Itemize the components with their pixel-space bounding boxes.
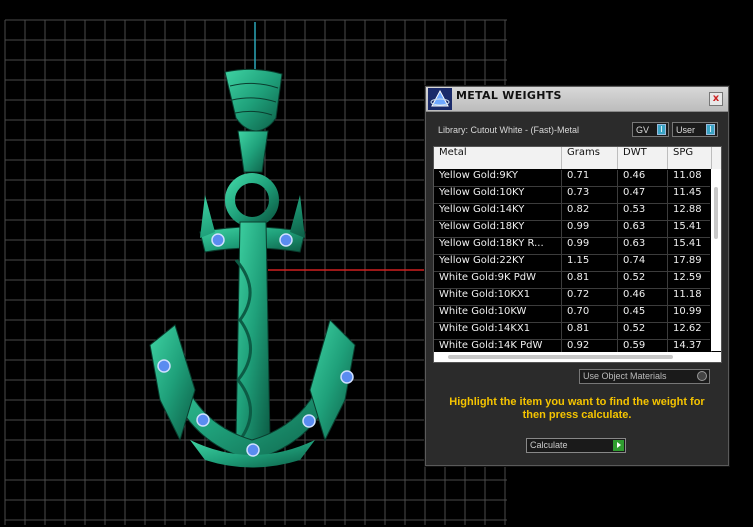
use-object-materials-toggle[interactable]: Use Object Materials xyxy=(579,369,710,384)
cell-metal: Yellow Gold:14KY xyxy=(434,204,562,220)
table-row[interactable]: White Gold:10KX1 0.72 0.46 11.18 xyxy=(434,289,712,306)
anchor-shank xyxy=(235,221,271,441)
cell-metal: White Gold:10KW xyxy=(434,306,562,322)
control-point-1 xyxy=(211,233,225,247)
column-header-metal[interactable]: Metal xyxy=(434,147,562,169)
cell-grams: 0.71 xyxy=(562,170,618,186)
table-row[interactable]: Yellow Gold:14KY 0.82 0.53 12.88 xyxy=(434,204,712,221)
cell-dwt: 0.63 xyxy=(618,238,668,254)
cell-grams: 0.73 xyxy=(562,187,618,203)
horizontal-scroll-thumb[interactable] xyxy=(448,355,673,359)
horizontal-scrollbar[interactable] xyxy=(434,352,721,362)
cell-dwt: 0.47 xyxy=(618,187,668,203)
user-toggle-label: User xyxy=(676,125,696,135)
cell-metal: White Gold:10KX1 xyxy=(434,289,562,305)
cell-dwt: 0.46 xyxy=(618,289,668,305)
matrix-logo-icon xyxy=(428,88,452,110)
cell-dwt: 0.63 xyxy=(618,221,668,237)
pendant-bail xyxy=(224,68,283,132)
vertical-scroll-thumb[interactable] xyxy=(714,187,718,239)
close-icon: x xyxy=(712,93,720,104)
library-label: Library: Cutout White - (Fast)-Metal xyxy=(438,125,580,135)
gv-toggle-knob-icon: I xyxy=(657,124,666,135)
table-row[interactable]: White Gold:9K PdW 0.81 0.52 12.59 xyxy=(434,272,712,289)
cell-metal: White Gold:9K PdW xyxy=(434,272,562,288)
table-row[interactable]: Yellow Gold:9KY 0.71 0.46 11.08 xyxy=(434,170,712,187)
radio-icon xyxy=(697,371,707,381)
cell-spg: 15.41 xyxy=(668,221,712,237)
cell-grams: 0.99 xyxy=(562,238,618,254)
table-header: Metal Grams DWT SPG xyxy=(434,147,721,169)
cell-grams: 0.81 xyxy=(562,272,618,288)
cell-metal: Yellow Gold:9KY xyxy=(434,170,562,186)
dialog-title: METAL WEIGHTS xyxy=(456,89,562,102)
cell-spg: 11.18 xyxy=(668,289,712,305)
control-point-2 xyxy=(279,233,293,247)
column-header-grams[interactable]: Grams xyxy=(562,147,618,169)
table-row[interactable]: Yellow Gold:18KY 0.99 0.63 15.41 xyxy=(434,221,712,238)
cell-dwt: 0.52 xyxy=(618,323,668,339)
cell-grams: 0.99 xyxy=(562,221,618,237)
table-row[interactable]: Yellow Gold:10KY 0.73 0.47 11.45 xyxy=(434,187,712,204)
metal-table[interactable]: Metal Grams DWT SPG Yellow Gold:9KY 0.71 0… xyxy=(433,146,722,363)
cell-grams: 0.82 xyxy=(562,204,618,220)
cell-spg: 10.99 xyxy=(668,306,712,322)
column-header-spg[interactable]: SPG xyxy=(668,147,712,169)
cell-metal: Yellow Gold:22KY xyxy=(434,255,562,271)
cell-dwt: 0.46 xyxy=(618,170,668,186)
calculate-label: Calculate xyxy=(530,440,568,450)
cell-grams: 0.81 xyxy=(562,323,618,339)
cell-grams: 0.72 xyxy=(562,289,618,305)
cell-dwt: 0.74 xyxy=(618,255,668,271)
cell-grams: 0.70 xyxy=(562,306,618,322)
user-toggle-knob-icon: I xyxy=(706,124,715,135)
cell-dwt: 0.45 xyxy=(618,306,668,322)
cell-spg: 15.41 xyxy=(668,238,712,254)
anchor-fluke-left xyxy=(149,324,196,442)
metal-weights-dialog: METAL WEIGHTS x Library: Cutout White - … xyxy=(425,86,729,466)
instruction-text: Highlight the item you want to find the … xyxy=(449,396,705,421)
dialog-titlebar[interactable]: METAL WEIGHTS x xyxy=(426,87,728,112)
table-row[interactable]: White Gold:10KW 0.70 0.45 10.99 xyxy=(434,306,712,323)
cell-metal: Yellow Gold:18KY xyxy=(434,221,562,237)
cell-spg: 12.62 xyxy=(668,323,712,339)
cell-metal: Yellow Gold:18KY R... xyxy=(434,238,562,254)
cell-spg: 12.88 xyxy=(668,204,712,220)
cell-spg: 11.45 xyxy=(668,187,712,203)
anchor-pendant-model[interactable] xyxy=(149,68,356,468)
use-object-materials-label: Use Object Materials xyxy=(583,371,667,381)
cell-spg: 11.08 xyxy=(668,170,712,186)
table-row[interactable]: Yellow Gold:22KY 1.15 0.74 17.89 xyxy=(434,255,712,272)
cell-metal: White Gold:14KX1 xyxy=(434,323,562,339)
control-point-7 xyxy=(246,443,260,457)
vertical-scrollbar[interactable] xyxy=(711,169,721,351)
cell-spg: 12.59 xyxy=(668,272,712,288)
table-row[interactable]: White Gold:14KX1 0.81 0.52 12.62 xyxy=(434,323,712,340)
user-toggle[interactable]: User I xyxy=(672,122,718,137)
table-row[interactable]: Yellow Gold:18KY R... 0.99 0.63 15.41 xyxy=(434,238,712,255)
calculate-button[interactable]: Calculate xyxy=(526,438,626,453)
control-point-6 xyxy=(302,414,316,428)
gv-toggle-label: GV xyxy=(636,125,650,135)
cell-dwt: 0.52 xyxy=(618,272,668,288)
control-point-5 xyxy=(196,413,210,427)
play-arrow-icon xyxy=(613,440,624,451)
cell-metal: Yellow Gold:10KY xyxy=(434,187,562,203)
gv-toggle[interactable]: GV I xyxy=(632,122,669,137)
control-point-4 xyxy=(340,370,354,384)
cell-spg: 17.89 xyxy=(668,255,712,271)
cell-grams: 1.15 xyxy=(562,255,618,271)
close-button[interactable]: x xyxy=(709,92,723,106)
cell-dwt: 0.53 xyxy=(618,204,668,220)
table-rows: Yellow Gold:9KY 0.71 0.46 11.08 Yellow Gold:… xyxy=(434,170,712,357)
column-header-dwt[interactable]: DWT xyxy=(618,147,668,169)
control-point-3 xyxy=(157,359,171,373)
